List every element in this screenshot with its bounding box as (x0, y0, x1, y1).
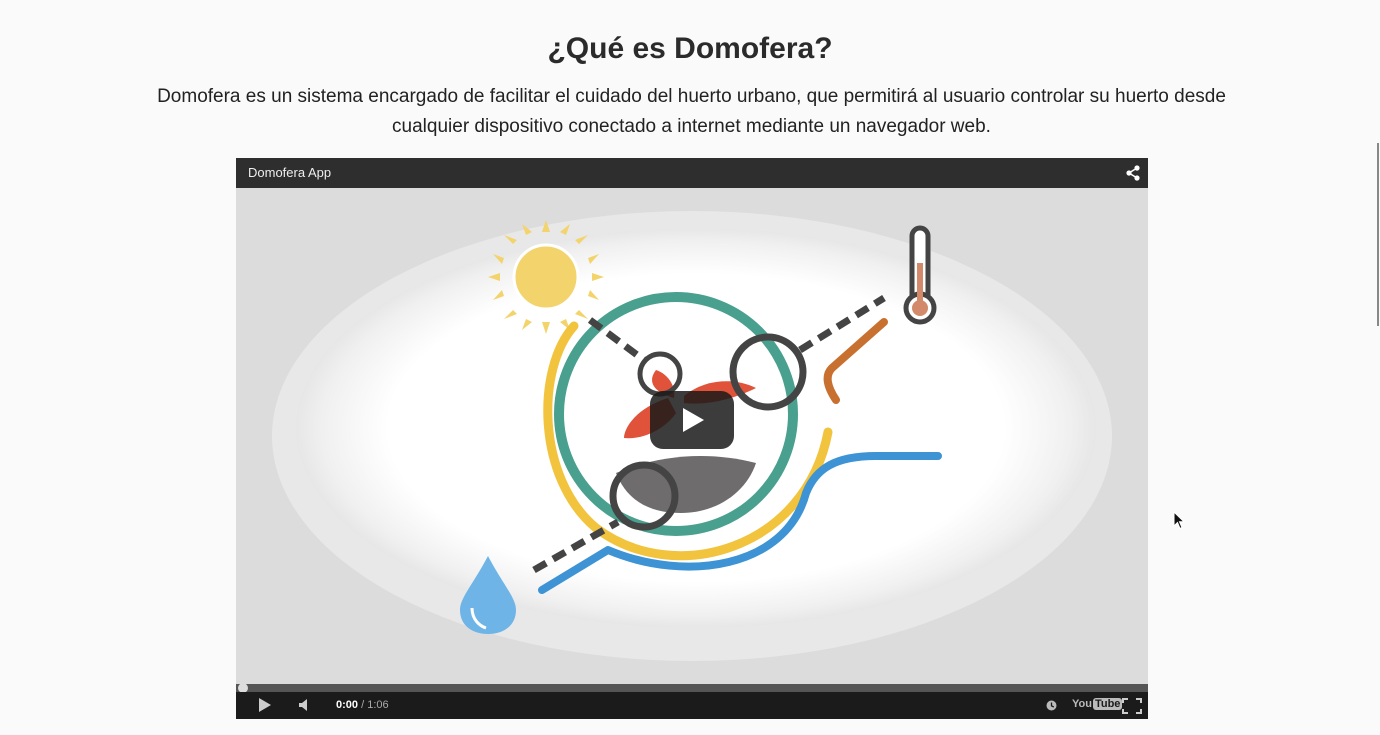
duration: / 1:06 (358, 699, 389, 711)
youtube-logo-tube: Tube (1092, 698, 1123, 710)
video-controls: 0:00 / 1:06 You Tube (236, 692, 1148, 719)
time-display: 0:00 / 1:06 (336, 699, 389, 711)
fullscreen-icon[interactable] (1122, 698, 1142, 714)
page-scrollbar[interactable] (1377, 143, 1379, 326)
video-illustration (236, 188, 1148, 684)
page: ¿Qué es Domofera? Domofera es un sistema… (0, 0, 1380, 735)
current-time: 0:00 (336, 699, 359, 711)
mouse-cursor-icon (1173, 511, 1186, 530)
volume-icon[interactable] (298, 698, 312, 712)
video-title[interactable]: Domofera App (248, 165, 331, 180)
big-play-icon[interactable] (650, 391, 734, 449)
youtube-logo-you: You (1072, 698, 1092, 710)
page-title: ¿Qué es Domofera? (547, 32, 833, 65)
thermometer-icon (903, 225, 937, 325)
youtube-logo[interactable]: You Tube (1072, 698, 1123, 710)
play-icon[interactable] (258, 697, 272, 713)
video-top-bar: Domofera App (236, 158, 1148, 188)
video-frame[interactable] (236, 188, 1148, 684)
video-player[interactable]: Domofera App 0:00 / 1:06 You Tube (236, 158, 1148, 719)
progress-bar[interactable] (236, 683, 1148, 693)
watch-later-icon[interactable] (1046, 700, 1057, 711)
page-description: Domofera es un sistema encargado de faci… (157, 86, 1226, 137)
share-icon[interactable] (1124, 164, 1142, 182)
